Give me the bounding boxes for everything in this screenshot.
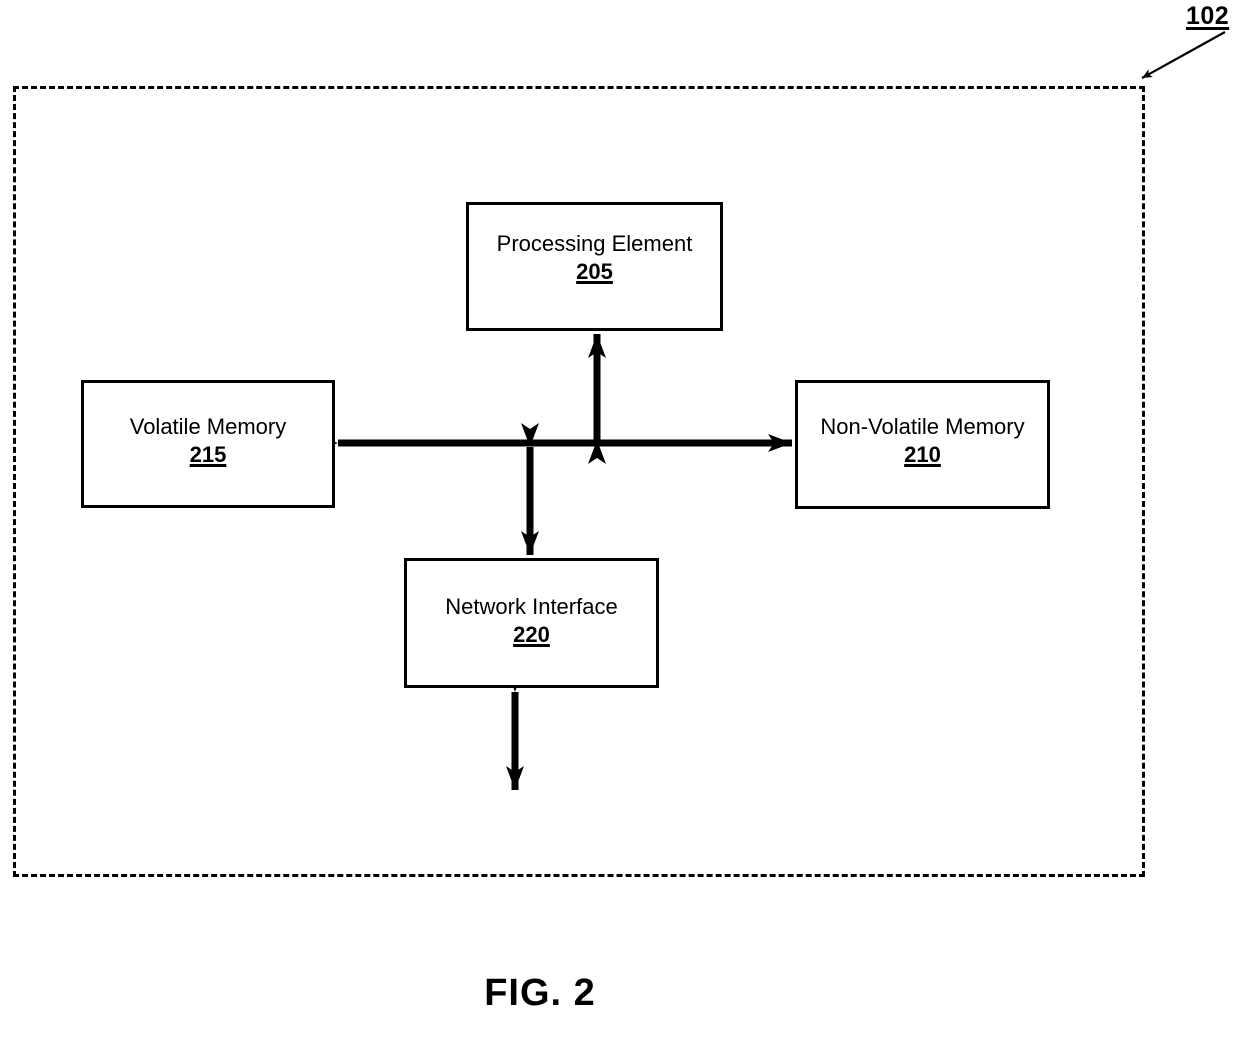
- block-reference-215: 215: [189, 442, 227, 467]
- block-processing-element: Processing Element 205: [466, 202, 723, 331]
- block-reference-210: 210: [904, 442, 941, 467]
- block-title-volatile-memory: Volatile Memory: [129, 414, 287, 439]
- block-title-non-volatile-memory: Non-Volatile Memory: [820, 414, 1025, 439]
- block-non-volatile-memory: Non-Volatile Memory 210: [795, 380, 1050, 509]
- figure-caption: FIG. 2: [484, 972, 596, 1014]
- block-volatile-memory: Volatile Memory 215: [81, 380, 335, 508]
- block-title-network-interface: Network Interface: [445, 594, 618, 619]
- block-reference-220: 220: [513, 622, 550, 647]
- leader-line-arrow-icon: [1141, 31, 1226, 79]
- system-reference-numeral-102: 102: [1186, 2, 1230, 30]
- figure-2-diagram: 102 Processing Element 205 Volatile Memo…: [0, 0, 1240, 1038]
- block-reference-205: 205: [576, 259, 613, 284]
- block-title-processing-element: Processing Element: [496, 231, 693, 256]
- block-network-interface: Network Interface 220: [404, 558, 659, 688]
